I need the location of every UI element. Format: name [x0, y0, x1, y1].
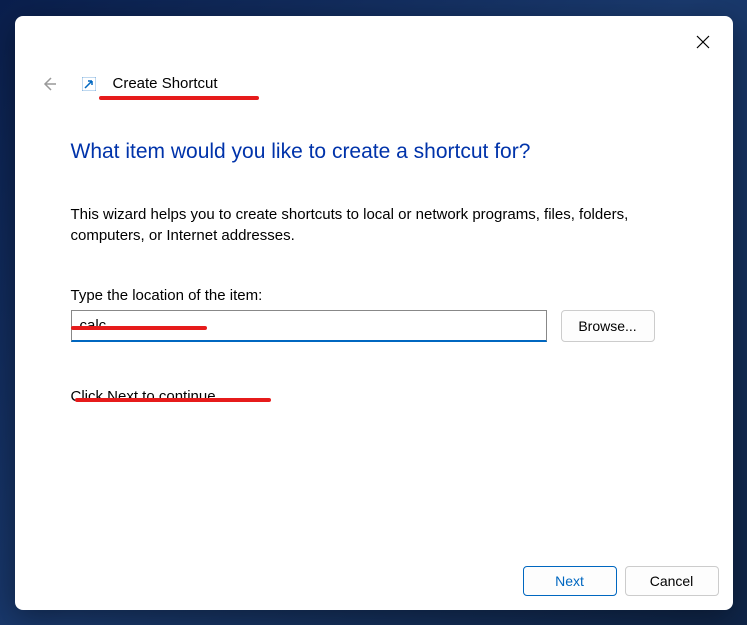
main-heading: What item would you like to create a sho… — [71, 140, 677, 164]
wizard-description: This wizard helps you to create shortcut… — [71, 204, 677, 248]
annotation-underline — [71, 326, 207, 330]
browse-button[interactable]: Browse... — [561, 310, 655, 342]
dialog-header: Create Shortcut — [15, 16, 733, 98]
back-arrow-icon — [39, 74, 59, 94]
continue-instruction: Click Next to continue. — [71, 388, 677, 405]
create-shortcut-dialog: Create Shortcut What item would you like… — [15, 16, 733, 610]
dialog-title: Create Shortcut — [113, 75, 218, 92]
cancel-button[interactable]: Cancel — [625, 566, 719, 596]
shortcut-icon — [81, 76, 97, 92]
dialog-footer: Next Cancel — [15, 566, 733, 610]
location-label: Type the location of the item: — [71, 287, 677, 304]
annotation-underline — [75, 398, 271, 402]
next-button[interactable]: Next — [523, 566, 617, 596]
dialog-content: What item would you like to create a sho… — [15, 98, 733, 566]
back-button[interactable] — [35, 70, 63, 98]
